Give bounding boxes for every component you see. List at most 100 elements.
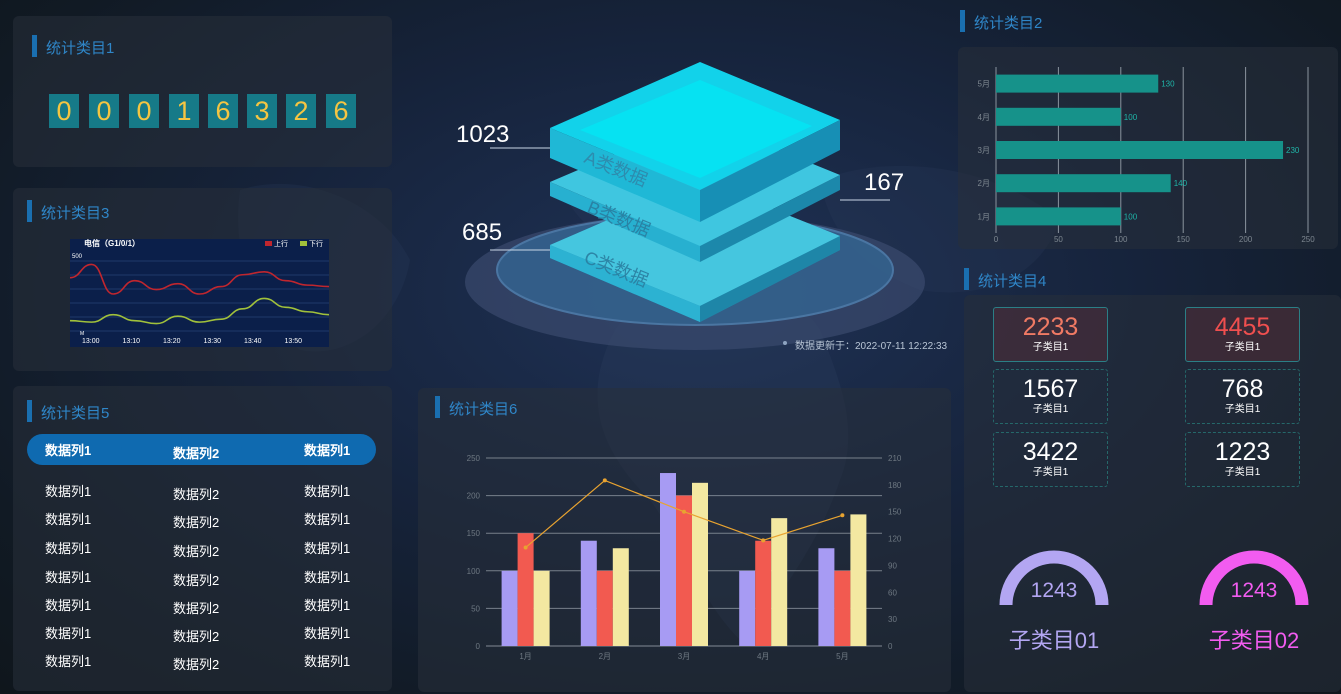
x-tick-label: 4月 <box>757 652 769 661</box>
bar <box>996 207 1121 226</box>
stat-value: 3422 <box>1022 438 1079 466</box>
update-time: 数据更新于：2022-07-11 12:22:33 <box>795 341 948 352</box>
counter-digit: 2 <box>286 94 316 128</box>
legend-swatch <box>300 241 307 246</box>
line-point <box>523 545 528 550</box>
x-tick-label: 0 <box>994 235 999 244</box>
table-cell: 数据列1 <box>45 626 92 641</box>
y-tick-label: 5月 <box>978 80 990 89</box>
bar <box>996 174 1171 193</box>
y-tick-label: 1月 <box>978 212 990 221</box>
y2-tick-label: 150 <box>888 508 902 517</box>
table-cell: 数据列2 <box>173 573 220 588</box>
stat-card: 1567 子类目1 <box>993 369 1108 424</box>
x-tick-label: 100 <box>1114 235 1128 244</box>
panel-stat-6: 统计类目6 0 50 100 150 200 250 0 30 60 90 120 150 180 210… <box>418 388 951 692</box>
table-cell: 数据列1 <box>45 512 92 527</box>
counter-digit: 3 <box>247 94 277 128</box>
bar <box>533 570 550 646</box>
y2-tick-label: 60 <box>888 588 897 597</box>
counter-digit: 0 <box>49 94 79 128</box>
panel-stat-1: 统计类目1 0 0 0 1 6 3 2 6 <box>13 16 392 167</box>
bar <box>818 548 835 646</box>
y2-tick-label: 0 <box>888 642 893 651</box>
table-header-cell: 数据列1 <box>304 443 351 458</box>
y-tick-label: 100 <box>467 567 481 576</box>
bar <box>660 473 676 646</box>
line-point <box>840 513 845 518</box>
table-cell: 数据列2 <box>173 601 220 616</box>
x-tick-label: 250 <box>1301 235 1315 244</box>
gauge-label: 子类目02 <box>1208 628 1300 653</box>
panel-title: 统计类目2 <box>960 10 1042 33</box>
gauge-value: 1243 <box>1231 579 1278 602</box>
panel-stat-3: 统计类目3 电信（G1/0/1） 上行 下行 500 M 13:00 13:10 13:20 1… <box>13 188 392 371</box>
table-cell: 数据列1 <box>304 626 351 641</box>
stat-value: 1567 <box>1022 375 1079 403</box>
line-point <box>602 478 607 483</box>
stat-value: 4455 <box>1214 313 1271 341</box>
stat-card: 2233 子类目1 <box>993 307 1108 362</box>
table-cell: 数据列2 <box>173 544 220 559</box>
panel-title: 统计类目5 <box>27 400 109 423</box>
data-label: 230 <box>1286 146 1300 155</box>
stat-value: 2233 <box>1022 313 1079 341</box>
legend-label: 下行 <box>309 239 323 248</box>
x-tick-label: 13:40 <box>244 338 262 345</box>
x-tick-label: 5月 <box>836 652 848 661</box>
counter-digit: 0 <box>89 94 119 128</box>
x-tick-label: 13:30 <box>204 338 222 345</box>
panel-title: 统计类目1 <box>32 35 114 58</box>
y2-tick-label: 30 <box>888 615 897 624</box>
horizontal-bar-chart: 0 50 100 150 200 250 1月 100 2月 140 3月 230 4月 100 5月 130 <box>978 67 1315 244</box>
table-cell: 数据列2 <box>173 629 220 644</box>
bar <box>996 141 1284 159</box>
stat-label: 子类目1 <box>1224 404 1261 415</box>
counter-digit: 6 <box>326 94 356 128</box>
bar <box>834 570 851 646</box>
table-cell: 数据列1 <box>304 541 351 556</box>
value-c: 167 <box>864 169 904 196</box>
bar <box>755 540 772 646</box>
line-point <box>682 509 686 514</box>
bar <box>580 540 597 646</box>
data-label: 100 <box>1124 212 1138 221</box>
x-tick-label: 13:00 <box>82 338 100 345</box>
stat-card: 1223 子类目1 <box>1185 432 1300 487</box>
stat-label: 子类目1 <box>1032 342 1069 353</box>
y-tick-label: 200 <box>467 492 481 501</box>
bar <box>996 107 1121 126</box>
table-cell: 数据列1 <box>304 598 351 613</box>
panel-title: 统计类目3 <box>27 200 109 223</box>
table-cell: 数据列1 <box>304 512 351 527</box>
bar <box>739 570 756 646</box>
chart-title: 电信（G1/0/1） <box>84 239 140 248</box>
bar <box>517 533 534 646</box>
x-tick-label: 50 <box>1054 235 1063 244</box>
stat-card: 4455 子类目1 <box>1185 307 1300 362</box>
bar <box>612 548 629 646</box>
x-tick-label: 13:10 <box>123 338 141 345</box>
panel-stat-2: 0 50 100 150 200 250 1月 100 2月 140 3月 230 4月 100 5月 130 <box>958 47 1338 249</box>
data-label: 100 <box>1124 113 1138 122</box>
panel-title: 统计类目4 <box>964 268 1046 291</box>
y-tick-label: 4月 <box>978 113 990 122</box>
y-tick-label: 50 <box>471 604 480 613</box>
x-tick-label: 1月 <box>519 652 531 661</box>
update-dot <box>783 341 787 345</box>
table-cell: 数据列1 <box>45 570 92 585</box>
stat-value: 768 <box>1221 375 1264 403</box>
line-point <box>761 538 766 543</box>
data-label: 140 <box>1174 179 1188 188</box>
bar <box>676 495 692 646</box>
y-tick-label: 3月 <box>978 146 990 155</box>
table-cell: 数据列2 <box>173 657 220 672</box>
gauge-label: 子类目01 <box>1008 628 1100 653</box>
combo-bar-chart: 0 50 100 150 200 250 0 30 60 90 120 150 180 210 1月 2月 3月… <box>467 454 902 661</box>
gauge-1: 1243 <box>999 550 1109 606</box>
y2-tick-label: 90 <box>888 561 897 570</box>
table-header-cell: 数据列1 <box>45 443 92 458</box>
stat-label: 子类目1 <box>1224 467 1261 478</box>
y-axis-label: M <box>80 331 84 337</box>
counter-digit: 1 <box>169 94 199 128</box>
